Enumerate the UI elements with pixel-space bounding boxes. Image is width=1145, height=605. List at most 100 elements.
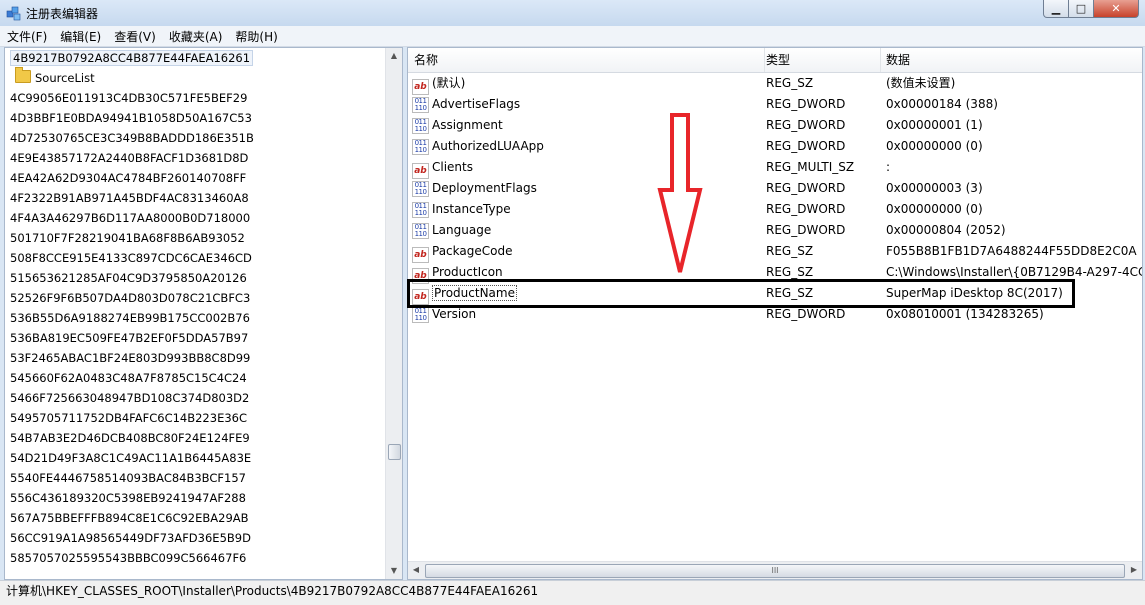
- tree-item-label: 56CC919A1A98565449DF73AFD36E5B9D: [10, 531, 251, 545]
- value-name-cell: 011 110 Language: [412, 220, 762, 241]
- scroll-thumb[interactable]: III: [425, 564, 1125, 578]
- tree-item[interactable]: 5495705711752DB4FAFC6C14B223E36C: [5, 408, 385, 428]
- values-horizontal-scrollbar[interactable]: ◀ III ▶: [408, 561, 1142, 579]
- tree-item[interactable]: 4EA42A62D9304AC4784BF260140708FF: [5, 168, 385, 188]
- value-type: REG_SZ: [766, 244, 814, 258]
- maximize-button[interactable]: □: [1069, 0, 1094, 18]
- tree-item-label: 536B55D6A9188274EB99B175CC002B76: [10, 311, 250, 325]
- value-row[interactable]: 011 110 AdvertiseFlags REG_DWORD 0x00000184 …: [408, 94, 1142, 115]
- string-value-icon: ab: [412, 247, 429, 263]
- value-row[interactable]: 011 110 InstanceType REG_DWORD 0x00000000 (0…: [408, 199, 1142, 220]
- menu-edit[interactable]: 编辑(E): [54, 28, 107, 45]
- column-type-header[interactable]: 类型: [760, 48, 881, 72]
- string-value-icon: ab: [412, 163, 429, 179]
- tree-item[interactable]: 54D21D49F3A8C1C49AC11A1B6445A83E: [5, 448, 385, 468]
- minimize-button[interactable]: ▁: [1043, 0, 1069, 18]
- tree-item[interactable]: 4F4A3A46297B6D117AA8000B0D718000: [5, 208, 385, 228]
- value-data: 0x00000001 (1): [886, 118, 983, 132]
- tree-item[interactable]: 545660F62A0483C48A7F8785C15C4C24: [5, 368, 385, 388]
- scroll-down-icon[interactable]: ▼: [386, 563, 402, 579]
- value-row[interactable]: 011 110 Language REG_DWORD 0x00000804 (2052): [408, 220, 1142, 241]
- status-path: 计算机\HKEY_CLASSES_ROOT\Installer\Products…: [6, 584, 539, 598]
- value-name: (默认): [432, 76, 466, 90]
- tree-vertical-scrollbar[interactable]: ▲ ▼: [385, 48, 402, 579]
- value-row[interactable]: 011 110 AuthorizedLUAApp REG_DWORD 0x0000000…: [408, 136, 1142, 157]
- tree-item[interactable]: 5466F725663048947BD108C374D803D2: [5, 388, 385, 408]
- tree-item[interactable]: 54B7AB3E2D46DCB408BC80F24E124FE9: [5, 428, 385, 448]
- scroll-left-icon[interactable]: ◀: [408, 562, 424, 578]
- value-name-cell: ab PackageCode: [412, 241, 762, 263]
- window-title: 注册表编辑器: [26, 7, 99, 21]
- tree-item[interactable]: 4D72530765CE3C349B8BADDD186E351B: [5, 128, 385, 148]
- value-type: REG_MULTI_SZ: [766, 160, 855, 174]
- tree-item[interactable]: 556C436189320C5398EB9241947AF288: [5, 488, 385, 508]
- tree-item-label: 5495705711752DB4FAFC6C14B223E36C: [10, 411, 247, 425]
- tree-item-label: 53F2465ABAC1BF24E803D993BB8C8D99: [10, 351, 251, 365]
- key-tree: 4B9217B0792A8CC4B877E44FAEA16261 SourceL…: [5, 48, 385, 568]
- tree-item-sourcelist[interactable]: SourceList: [5, 67, 385, 88]
- value-data: 0x00000000 (0): [886, 139, 983, 153]
- value-name: Assignment: [432, 118, 503, 132]
- tree-item[interactable]: 4D3BBF1E0BDA94941B1058D50A167C53: [5, 108, 385, 128]
- tree-item-label: 4E9E43857172A2440B8FACF1D3681D8D: [10, 151, 249, 165]
- close-button[interactable]: ✕: [1094, 0, 1139, 18]
- tree-item-label: 4C99056E011913C4DB30C571FE5BEF29: [10, 91, 248, 105]
- column-header: 名称 类型 数据: [408, 48, 1142, 73]
- value-name: Version: [432, 307, 477, 321]
- tree-item[interactable]: 536B55D6A9188274EB99B175CC002B76: [5, 308, 385, 328]
- value-type: REG_DWORD: [766, 181, 846, 195]
- value-row[interactable]: 011 110 DeploymentFlags REG_DWORD 0x00000003…: [408, 178, 1142, 199]
- tree-item-label: 508F8CCE915E4133C897CDC6CAE346CD: [10, 251, 252, 265]
- value-name-cell: 011 110 Assignment: [412, 115, 762, 136]
- value-row[interactable]: ab PackageCode REG_SZ F055B8B1FB1D7A6488244…: [408, 241, 1142, 263]
- scroll-up-icon[interactable]: ▲: [386, 48, 402, 64]
- scroll-right-icon[interactable]: ▶: [1126, 562, 1142, 578]
- values-pane: 名称 类型 数据 ab (默认) REG_SZ (数值未设置) 011 110 Advert…: [407, 47, 1143, 580]
- tree-item[interactable]: 501710F7F28219041BA68F8B6AB93052: [5, 228, 385, 248]
- tree-item-label: 4B9217B0792A8CC4B877E44FAEA16261: [10, 50, 254, 66]
- tree-item[interactable]: 515653621285AF04C9D3795850A20126: [5, 268, 385, 288]
- tree-item[interactable]: 4C99056E011913C4DB30C571FE5BEF29: [5, 88, 385, 108]
- tree-item-label: 5466F725663048947BD108C374D803D2: [10, 391, 250, 405]
- menu-favorites[interactable]: 收藏夹(A): [163, 28, 229, 45]
- value-row[interactable]: ab (默认) REG_SZ (数值未设置): [408, 73, 1142, 95]
- tree-item-label: 515653621285AF04C9D3795850A20126: [10, 271, 247, 285]
- tree-item[interactable]: 4F2322B91AB971A45BDF4AC8313460A8: [5, 188, 385, 208]
- tree-item-label: 501710F7F28219041BA68F8B6AB93052: [10, 231, 245, 245]
- minimize-icon: ▁: [1051, 2, 1061, 15]
- value-name: DeploymentFlags: [432, 181, 537, 195]
- menu-help[interactable]: 帮助(H): [229, 28, 283, 45]
- tree-item[interactable]: 567A75BBEFFFB894C8E1C6C92EBA29AB: [5, 508, 385, 528]
- status-bar: 计算机\HKEY_CLASSES_ROOT\Installer\Products…: [0, 580, 1145, 605]
- tree-item[interactable]: 56CC919A1A98565449DF73AFD36E5B9D: [5, 528, 385, 548]
- registry-editor-icon: [6, 6, 21, 21]
- tree-item[interactable]: 53F2465ABAC1BF24E803D993BB8C8D99: [5, 348, 385, 368]
- tree-item-label: 567A75BBEFFFB894C8E1C6C92EBA29AB: [10, 511, 249, 525]
- column-name-header[interactable]: 名称: [408, 48, 765, 72]
- tree-item-label: 52526F9F6B507DA4D803D078C21CBFC3: [10, 291, 251, 305]
- tree-item-label: 545660F62A0483C48A7F8785C15C4C24: [10, 371, 247, 385]
- binary-value-icon: 011 110: [412, 181, 429, 197]
- value-data: (数值未设置): [886, 76, 956, 90]
- tree-item-label: SourceList: [35, 71, 95, 85]
- tree-item[interactable]: 508F8CCE915E4133C897CDC6CAE346CD: [5, 248, 385, 268]
- value-row[interactable]: ab Clients REG_MULTI_SZ:: [408, 157, 1142, 179]
- value-data: F055B8B1FB1D7A6488244F55DD8E2C0A: [886, 244, 1137, 258]
- binary-value-icon: 011 110: [412, 223, 429, 239]
- value-name: Clients: [432, 160, 473, 174]
- column-data-header[interactable]: 数据: [880, 48, 1142, 72]
- value-row[interactable]: 011 110 Assignment REG_DWORD 0x00000001 (1): [408, 115, 1142, 136]
- tree-item[interactable]: 4E9E43857172A2440B8FACF1D3681D8D: [5, 148, 385, 168]
- tree-item[interactable]: 52526F9F6B507DA4D803D078C21CBFC3: [5, 288, 385, 308]
- window-controls: ▁ □ ✕: [1043, 0, 1139, 18]
- tree-item[interactable]: 5540FE4446758514093BAC84B3BCF157: [5, 468, 385, 488]
- tree-item-selected[interactable]: 4B9217B0792A8CC4B877E44FAEA16261: [5, 48, 385, 68]
- scroll-thumb[interactable]: [388, 444, 401, 460]
- menu-view[interactable]: 查看(V): [108, 28, 162, 45]
- value-type: REG_DWORD: [766, 139, 846, 153]
- tree-item[interactable]: 536BA819EC509FE47B2EF0F5DDA57B97: [5, 328, 385, 348]
- binary-value-icon: 011 110: [412, 307, 429, 323]
- maximize-icon: □: [1075, 2, 1087, 15]
- menu-file[interactable]: 文件(F): [1, 28, 53, 45]
- tree-item[interactable]: 5857057025595543BBBC099C566467F6: [5, 548, 385, 568]
